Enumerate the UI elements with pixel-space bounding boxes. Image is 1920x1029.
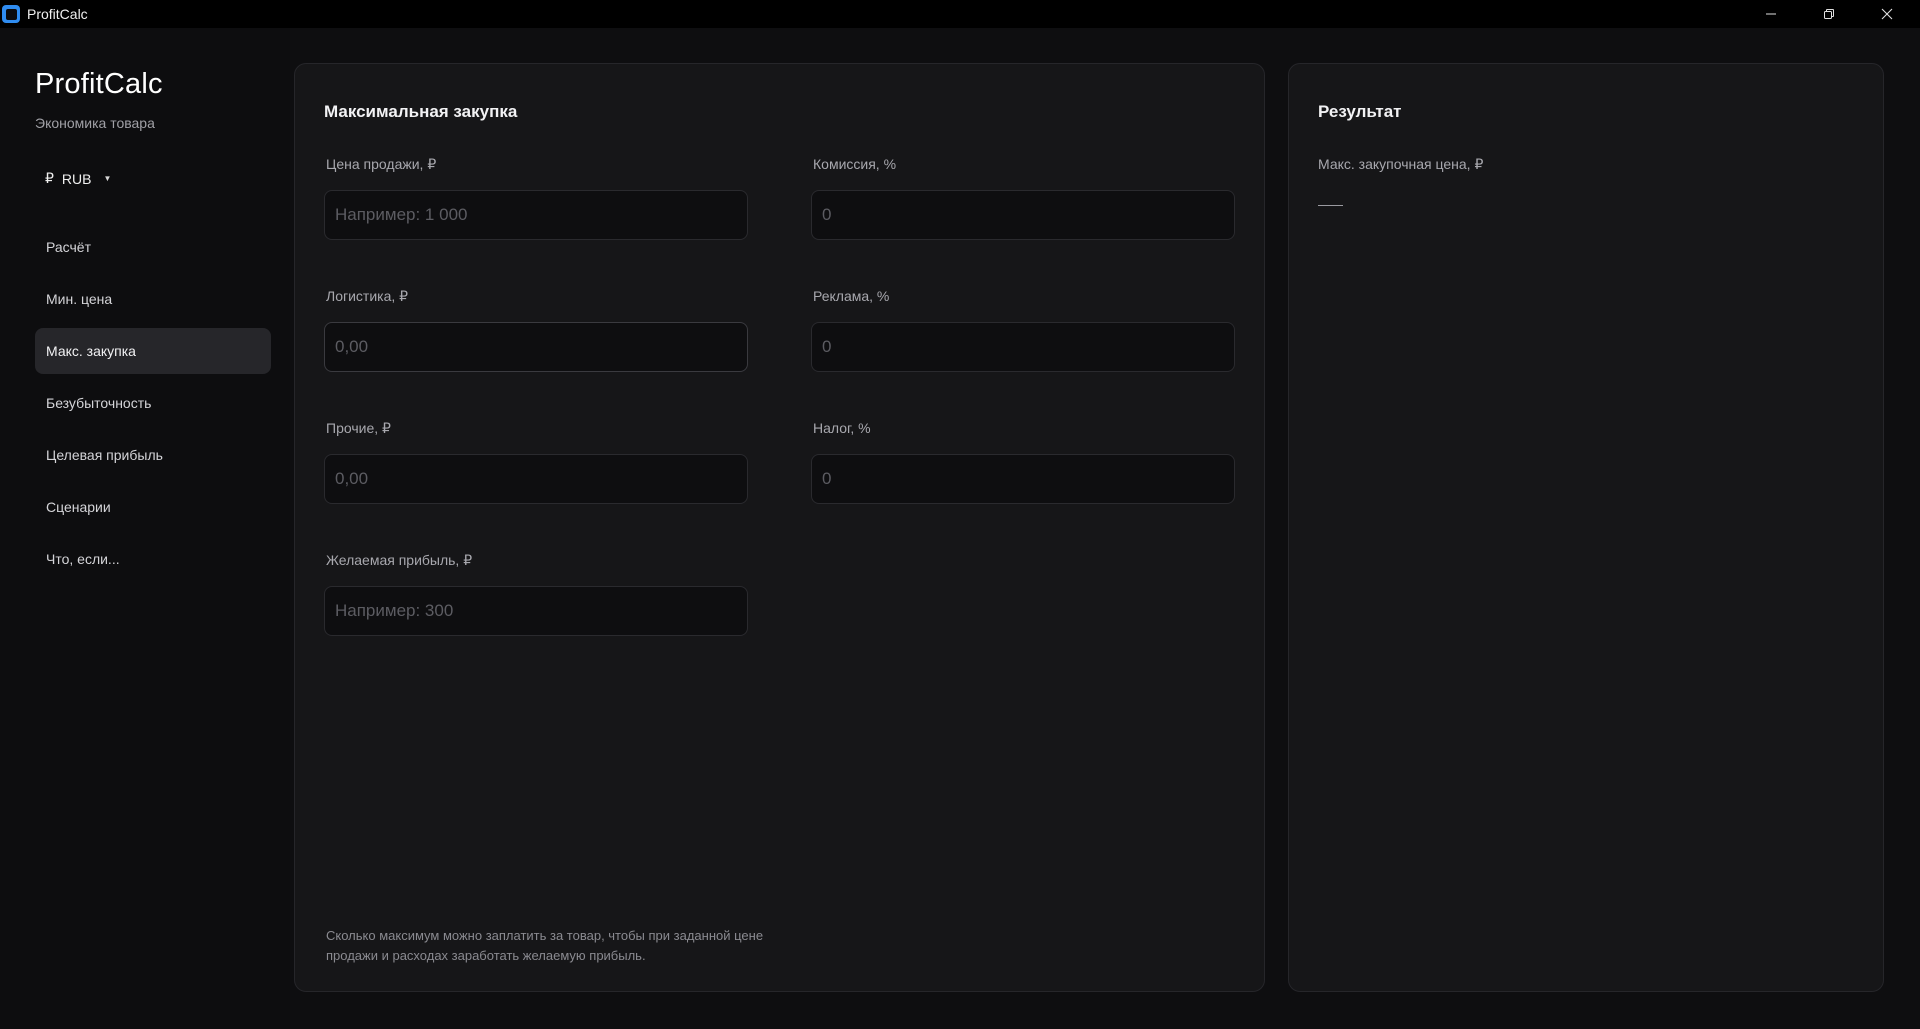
advertising-label: Реклама, % <box>813 288 890 304</box>
result-title: Результат <box>1318 102 1402 121</box>
commission-label: Комиссия, % <box>813 156 897 172</box>
sidebar-item-label: Безубыточность <box>46 395 152 411</box>
caret-down-icon: ▼ <box>103 174 112 183</box>
desired-profit-field: Желаемая прибыль, ₽ Например: 300 <box>324 552 748 636</box>
sale-price-input[interactable]: Например: 1 000 <box>324 190 748 240</box>
logistics-input[interactable]: 0,00 <box>324 322 748 372</box>
logistics-field: Логистика, ₽ 0,00 <box>324 288 748 372</box>
desired-profit-label: Желаемая прибыль, ₽ <box>326 552 473 568</box>
sidebar-item-what-if[interactable]: Что, если... <box>35 536 271 582</box>
result-panel: Результат Макс. закупочная цена, ₽ <box>1288 63 1884 992</box>
hint-line-2: продажи и расходах заработать желаемую п… <box>326 948 646 963</box>
commission-input[interactable]: 0 <box>811 190 1235 240</box>
sidebar-item-calculation[interactable]: Расчёт <box>35 224 271 270</box>
currency-code: RUB <box>61 170 92 187</box>
sale-price-label: Цена продажи, ₽ <box>326 156 437 172</box>
desired-profit-input[interactable]: Например: 300 <box>324 586 748 636</box>
tax-field: Налог, % 0 <box>811 420 1235 504</box>
logistics-label: Логистика, ₽ <box>326 288 409 304</box>
hint-text: Сколько максимум можно заплатить за това… <box>326 926 866 966</box>
close-icon <box>1881 8 1893 20</box>
currency-selector[interactable]: ₽ RUB ▼ <box>45 170 111 187</box>
brand-subtitle: Экономика товара <box>35 115 155 131</box>
close-button[interactable] <box>1858 0 1916 28</box>
sidebar-item-label: Целевая прибыль <box>46 447 163 463</box>
other-field: Прочие, ₽ 0,00 <box>324 420 748 504</box>
tax-label: Налог, % <box>813 420 871 436</box>
restore-button[interactable] <box>1800 0 1858 28</box>
sidebar-item-label: Расчёт <box>46 239 91 255</box>
sidebar: ProfitCalc Экономика товара ₽ RUB ▼ Расч… <box>0 28 290 1029</box>
other-input[interactable]: 0,00 <box>324 454 748 504</box>
sidebar-item-label: Сценарии <box>46 499 111 515</box>
sidebar-item-label: Мин. цена <box>46 291 113 307</box>
sidebar-nav: Расчёт Мин. цена Макс. закупка Безубыточ… <box>35 224 271 588</box>
minimize-icon <box>1766 13 1776 15</box>
result-label: Макс. закупочная цена, ₽ <box>1318 156 1484 172</box>
sidebar-item-min-price[interactable]: Мин. цена <box>35 276 271 322</box>
sale-price-field: Цена продажи, ₽ Например: 1 000 <box>324 156 748 240</box>
minimize-button[interactable] <box>1742 0 1800 28</box>
sidebar-item-label: Макс. закупка <box>46 343 136 359</box>
brand-title: ProfitCalc <box>35 68 163 100</box>
form-panel: Максимальная закупка Цена продажи, ₽ Нап… <box>294 63 1265 992</box>
advertising-field: Реклама, % 0 <box>811 288 1235 372</box>
commission-field: Комиссия, % 0 <box>811 156 1235 240</box>
sidebar-item-target-profit[interactable]: Целевая прибыль <box>35 432 271 478</box>
sidebar-item-max-purchase[interactable]: Макс. закупка <box>35 328 271 374</box>
sidebar-item-scenarios[interactable]: Сценарии <box>35 484 271 530</box>
sidebar-item-label: Что, если... <box>46 551 120 567</box>
sidebar-item-breakeven[interactable]: Безубыточность <box>35 380 271 426</box>
page-title: Максимальная закупка <box>324 102 518 121</box>
result-value-placeholder <box>1318 205 1343 206</box>
currency-symbol: ₽ <box>45 170 54 186</box>
other-label: Прочие, ₽ <box>326 420 391 436</box>
tax-input[interactable]: 0 <box>811 454 1235 504</box>
app-icon <box>2 5 20 23</box>
restore-icon <box>1824 9 1834 19</box>
title-bar: ProfitCalc <box>0 0 1920 28</box>
window-title: ProfitCalc <box>27 6 88 22</box>
advertising-input[interactable]: 0 <box>811 322 1235 372</box>
hint-line-1: Сколько максимум можно заплатить за това… <box>326 928 764 943</box>
